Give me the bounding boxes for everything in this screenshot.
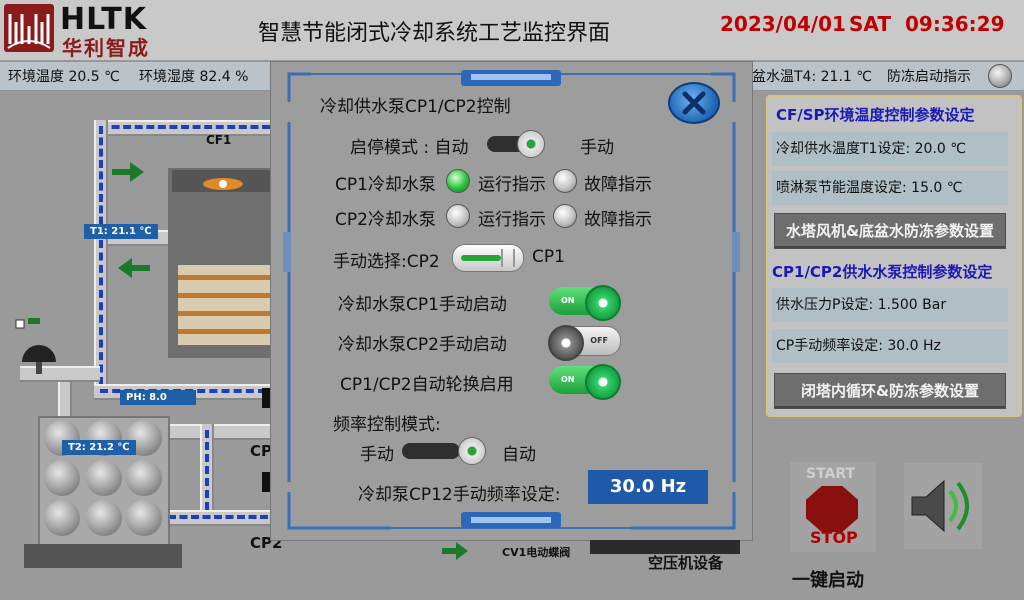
stop-label: STOP xyxy=(810,528,858,547)
valve-actuator-icon xyxy=(22,345,56,374)
frequency-mode-selector[interactable] xyxy=(402,437,486,465)
weekday-display: SAT xyxy=(849,12,891,36)
cf1-label: CF1 xyxy=(206,133,232,147)
ph-tag: PH: 8.0 xyxy=(120,390,196,405)
fan-icon xyxy=(203,178,243,190)
flow-line xyxy=(99,240,103,385)
page-title: 智慧节能闭式冷却系统工艺监控界面 xyxy=(258,21,611,46)
flow-line xyxy=(99,126,103,236)
cp1-fault-indicator-label: 故障指示 xyxy=(584,175,652,195)
frequency-mode-auto-label: 自动 xyxy=(502,445,536,465)
frequency-mode-label: 频率控制模式: xyxy=(333,415,441,435)
auto-rotation-label: CP1/CP2自动轮换启用 xyxy=(340,375,514,395)
frequency-setting-label: 冷却泵CP12手动频率设定: xyxy=(358,485,561,505)
flow-line xyxy=(168,515,268,519)
fan-wheel-icon xyxy=(548,325,584,361)
antifreeze-indicator-lamp xyxy=(988,64,1012,88)
speaker-icon xyxy=(911,479,969,533)
cp1-manual-start-label: 冷却水泵CP1手动启动 xyxy=(338,295,507,315)
cv1-valve-label: CV1电动蝶阀 xyxy=(502,546,571,559)
cp2-manual-start-label: 冷却水泵CP2手动启动 xyxy=(338,335,507,355)
fan-wheel-icon xyxy=(585,285,621,321)
environment-temperature: 环境温度 20.5 ℃ xyxy=(8,69,120,85)
t1-setting-field[interactable]: 冷却供水温度T1设定: 20.0 ℃ xyxy=(772,132,1008,166)
manual-select-switch[interactable] xyxy=(452,244,524,272)
cp2-run-lamp xyxy=(446,204,470,228)
cooling-tower-fill xyxy=(178,265,270,345)
date-display: 2023/04/01 xyxy=(720,12,846,36)
dialog-title: 冷却供水泵CP1/CP2控制 xyxy=(320,97,511,117)
close-icon xyxy=(682,91,706,115)
tank-base xyxy=(24,544,182,568)
fan-wheel-icon xyxy=(585,364,621,400)
frequency-setting-input[interactable]: 30.0 Hz xyxy=(588,470,708,504)
pump-cp1-label: CP xyxy=(250,442,273,460)
cp2-fault-lamp xyxy=(553,204,577,228)
cp1-manual-start-toggle[interactable]: ON xyxy=(549,285,621,321)
cp-frequency-setting-field[interactable]: CP手动频率设定: 30.0 Hz xyxy=(772,329,1008,363)
toggle-state-text: ON xyxy=(561,375,575,384)
cp2-pump-label: CP2冷却水泵 xyxy=(335,210,436,230)
logo-chinese-text: 华利智成 xyxy=(62,36,150,60)
start-stop-mode-selector[interactable] xyxy=(487,130,545,158)
spray-pump-setting-field[interactable]: 喷淋泵节能温度设定: 15.0 ℃ xyxy=(772,171,1008,205)
flow-arrow-right-icon xyxy=(442,542,468,560)
cp2-manual-start-toggle[interactable]: OFF xyxy=(548,325,621,361)
antifreeze-indicator-label: 防冻启动指示 xyxy=(887,69,971,85)
t1-temperature-tag: T1: 21.1 ℃ xyxy=(84,224,158,239)
compressor-label: 空压机设备 xyxy=(648,554,724,572)
sensor-icon xyxy=(15,318,40,329)
environment-humidity: 环境湿度 82.4 % xyxy=(139,69,249,85)
time-display: 09:36:29 xyxy=(905,12,1005,36)
manual-select-label: 手动选择:CP2 xyxy=(333,252,440,272)
pressure-setting-field[interactable]: 供水压力P设定: 1.500 Bar xyxy=(772,288,1008,322)
start-stop-mode-manual-label: 手动 xyxy=(580,138,614,158)
cp2-fault-indicator-label: 故障指示 xyxy=(584,210,652,230)
cp1-pump-label: CP1冷却水泵 xyxy=(335,175,436,195)
flow-line xyxy=(205,430,209,510)
closed-loop-antifreeze-button[interactable]: 闭塔内循环&防冻参数设置 xyxy=(774,373,1006,409)
manual-select-cp1-label: CP1 xyxy=(532,247,565,267)
flow-line xyxy=(100,125,270,129)
basin-water-temperature: 盆水温T4: 21.1 ℃ xyxy=(752,69,872,85)
cp2-run-indicator-label: 运行指示 xyxy=(478,210,546,230)
tower-fan-antifreeze-button[interactable]: 水塔风机&底盆水防冻参数设置 xyxy=(774,213,1006,249)
start-label: START xyxy=(806,466,856,482)
flow-arrow-right-icon xyxy=(112,162,144,182)
one-key-start-label: 一键启动 xyxy=(792,570,864,591)
cp1-fault-lamp xyxy=(553,169,577,193)
flow-arrow-left-icon xyxy=(118,258,150,278)
pipe xyxy=(166,424,272,440)
toggle-state-text: OFF xyxy=(590,336,608,345)
close-button[interactable] xyxy=(668,82,720,124)
frequency-mode-manual-label: 手动 xyxy=(360,445,394,465)
section-heading-cf-sp: CF/SP环境温度控制参数设定 xyxy=(776,106,975,124)
t2-temperature-tag: T2: 21.2 ℃ xyxy=(62,440,136,455)
alarm-sound-button[interactable] xyxy=(904,463,982,549)
company-logo-icon xyxy=(4,4,54,52)
section-heading-cp: CP1/CP2供水水泵控制参数设定 xyxy=(772,263,993,281)
cp1-run-indicator-label: 运行指示 xyxy=(478,175,546,195)
toggle-state-text: ON xyxy=(561,296,575,305)
auto-rotation-toggle[interactable]: ON xyxy=(549,364,621,400)
cp1-run-lamp xyxy=(446,169,470,193)
start-stop-mode-label: 启停模式 : 自动 xyxy=(350,138,469,158)
